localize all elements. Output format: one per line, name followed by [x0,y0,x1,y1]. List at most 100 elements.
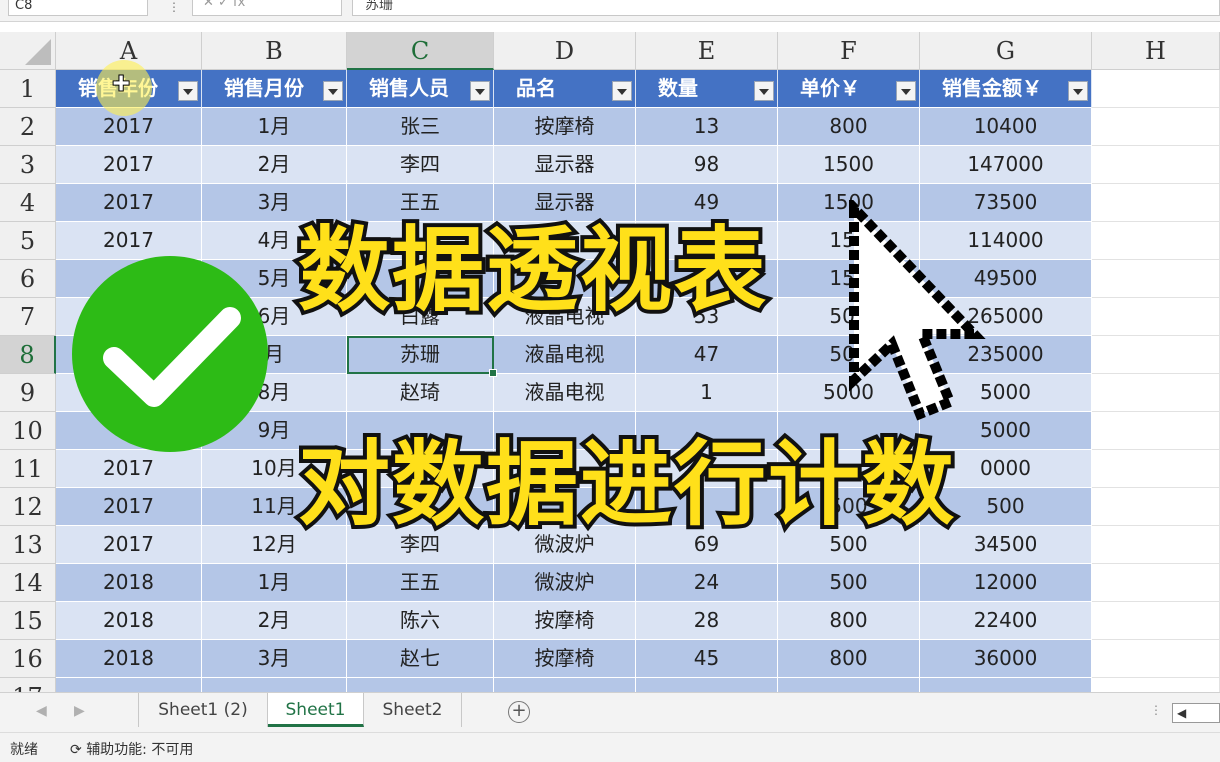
select-all-corner[interactable] [0,32,56,70]
row-header-16[interactable]: 16 [0,640,56,678]
row-header-9[interactable]: 9 [0,374,56,412]
empty-cell[interactable] [1092,450,1220,488]
table-cell[interactable]: 按摩椅 [494,108,636,146]
row-header-4[interactable]: 4 [0,184,56,222]
table-cell[interactable]: 按摩椅 [494,602,636,640]
table-cell[interactable]: 98 [636,146,778,184]
row-header-5[interactable]: 5 [0,222,56,260]
empty-cell[interactable] [1092,564,1220,602]
table-cell[interactable]: 2017 [56,488,202,526]
row-header-13[interactable]: 13 [0,526,56,564]
filter-dropdown-icon[interactable] [470,81,490,101]
table-cell[interactable]: 张三 [347,108,494,146]
formula-input[interactable]: 苏珊 [352,0,1220,16]
column-header-c[interactable]: C [347,32,494,70]
table-cell[interactable]: 显示器 [494,146,636,184]
accessibility-status[interactable]: ⟳ 辅助功能: 不可用 [70,739,193,759]
table-cell[interactable]: 按摩椅 [494,640,636,678]
column-header-e[interactable]: E [636,32,778,70]
table-cell[interactable]: 1月 [202,108,347,146]
table-cell[interactable]: 45 [636,640,778,678]
table-cell[interactable]: 47 [636,336,778,374]
table-header-cell[interactable]: 销售人员 [347,70,494,108]
empty-cell[interactable] [1092,526,1220,564]
table-cell[interactable]: 800 [778,640,920,678]
empty-cell[interactable] [1092,260,1220,298]
table-cell[interactable]: 28 [636,602,778,640]
empty-cell[interactable] [1092,336,1220,374]
empty-cell[interactable] [1092,222,1220,260]
table-cell[interactable]: 12000 [920,564,1092,602]
tab-sheet1-copy[interactable]: Sheet1 (2) [138,693,268,727]
table-cell[interactable]: 147000 [920,146,1092,184]
empty-cell[interactable] [1092,70,1220,108]
row-header-15[interactable]: 15 [0,602,56,640]
table-cell[interactable]: 500 [778,564,920,602]
table-cell[interactable]: 2017 [56,146,202,184]
table-cell[interactable]: 液晶电视 [494,374,636,412]
table-cell[interactable]: 2017 [56,184,202,222]
table-cell[interactable]: 10400 [920,108,1092,146]
filter-dropdown-icon[interactable] [612,81,632,101]
table-cell[interactable]: 800 [778,108,920,146]
table-cell[interactable]: 36000 [920,640,1092,678]
table-cell[interactable]: 2017 [56,526,202,564]
column-header-f[interactable]: F [778,32,920,70]
empty-cell[interactable] [1092,108,1220,146]
table-cell[interactable]: 22400 [920,602,1092,640]
empty-cell[interactable] [1092,412,1220,450]
table-header-cell[interactable]: 销售月份 [202,70,347,108]
table-cell[interactable]: 赵琦 [347,374,494,412]
filter-dropdown-icon[interactable] [1068,81,1088,101]
table-header-cell[interactable]: 数量 [636,70,778,108]
row-header-2[interactable]: 2 [0,108,56,146]
filter-dropdown-icon[interactable] [754,81,774,101]
table-header-cell[interactable]: 单价￥ [778,70,920,108]
empty-cell[interactable] [1092,602,1220,640]
row-header-3[interactable]: 3 [0,146,56,184]
formula-buttons[interactable]: ✕ ✓ fx [192,0,342,16]
table-cell[interactable]: 13 [636,108,778,146]
table-cell[interactable]: 王五 [347,564,494,602]
add-sheet-icon[interactable]: + [508,701,530,723]
table-cell[interactable]: 3月 [202,640,347,678]
table-cell[interactable]: 液晶电视 [494,336,636,374]
empty-cell[interactable] [1092,640,1220,678]
empty-cell[interactable] [1092,184,1220,222]
table-cell[interactable]: 2月 [202,146,347,184]
table-cell[interactable]: 微波炉 [494,564,636,602]
table-cell[interactable]: 苏珊 [347,336,494,374]
name-box[interactable]: C8 [8,0,148,16]
row-header-7[interactable]: 7 [0,298,56,336]
column-header-b[interactable]: B [202,32,347,70]
table-header-cell[interactable]: 品名 [494,70,636,108]
empty-cell[interactable] [1092,298,1220,336]
column-header-h[interactable]: H [1092,32,1220,70]
row-header-6[interactable]: 6 [0,260,56,298]
row-header-12[interactable]: 12 [0,488,56,526]
row-header-10[interactable]: 10 [0,412,56,450]
row-header-8[interactable]: 8 [0,336,56,374]
table-header-cell[interactable]: 销售金额￥ [920,70,1092,108]
table-cell[interactable]: 李四 [347,146,494,184]
tab-next-icon[interactable]: ▶ [74,703,85,719]
table-cell[interactable]: 2018 [56,640,202,678]
filter-dropdown-icon[interactable] [178,81,198,101]
table-cell[interactable]: 24 [636,564,778,602]
table-cell[interactable]: 800 [778,602,920,640]
row-header-11[interactable]: 11 [0,450,56,488]
table-cell[interactable]: 2018 [56,602,202,640]
filter-dropdown-icon[interactable] [896,81,916,101]
filter-dropdown-icon[interactable] [323,81,343,101]
table-cell[interactable]: 1 [636,374,778,412]
empty-cell[interactable] [1092,488,1220,526]
horizontal-scrollbar[interactable]: ◀ [1172,703,1220,723]
tab-prev-icon[interactable]: ◀ [36,703,47,719]
tab-sheet1[interactable]: Sheet1 [268,693,364,727]
column-header-d[interactable]: D [494,32,636,70]
row-header-14[interactable]: 14 [0,564,56,602]
table-cell[interactable]: 2月 [202,602,347,640]
row-header-1[interactable]: 1 [0,70,56,108]
table-cell[interactable]: 2017 [56,450,202,488]
table-cell[interactable]: 1月 [202,564,347,602]
